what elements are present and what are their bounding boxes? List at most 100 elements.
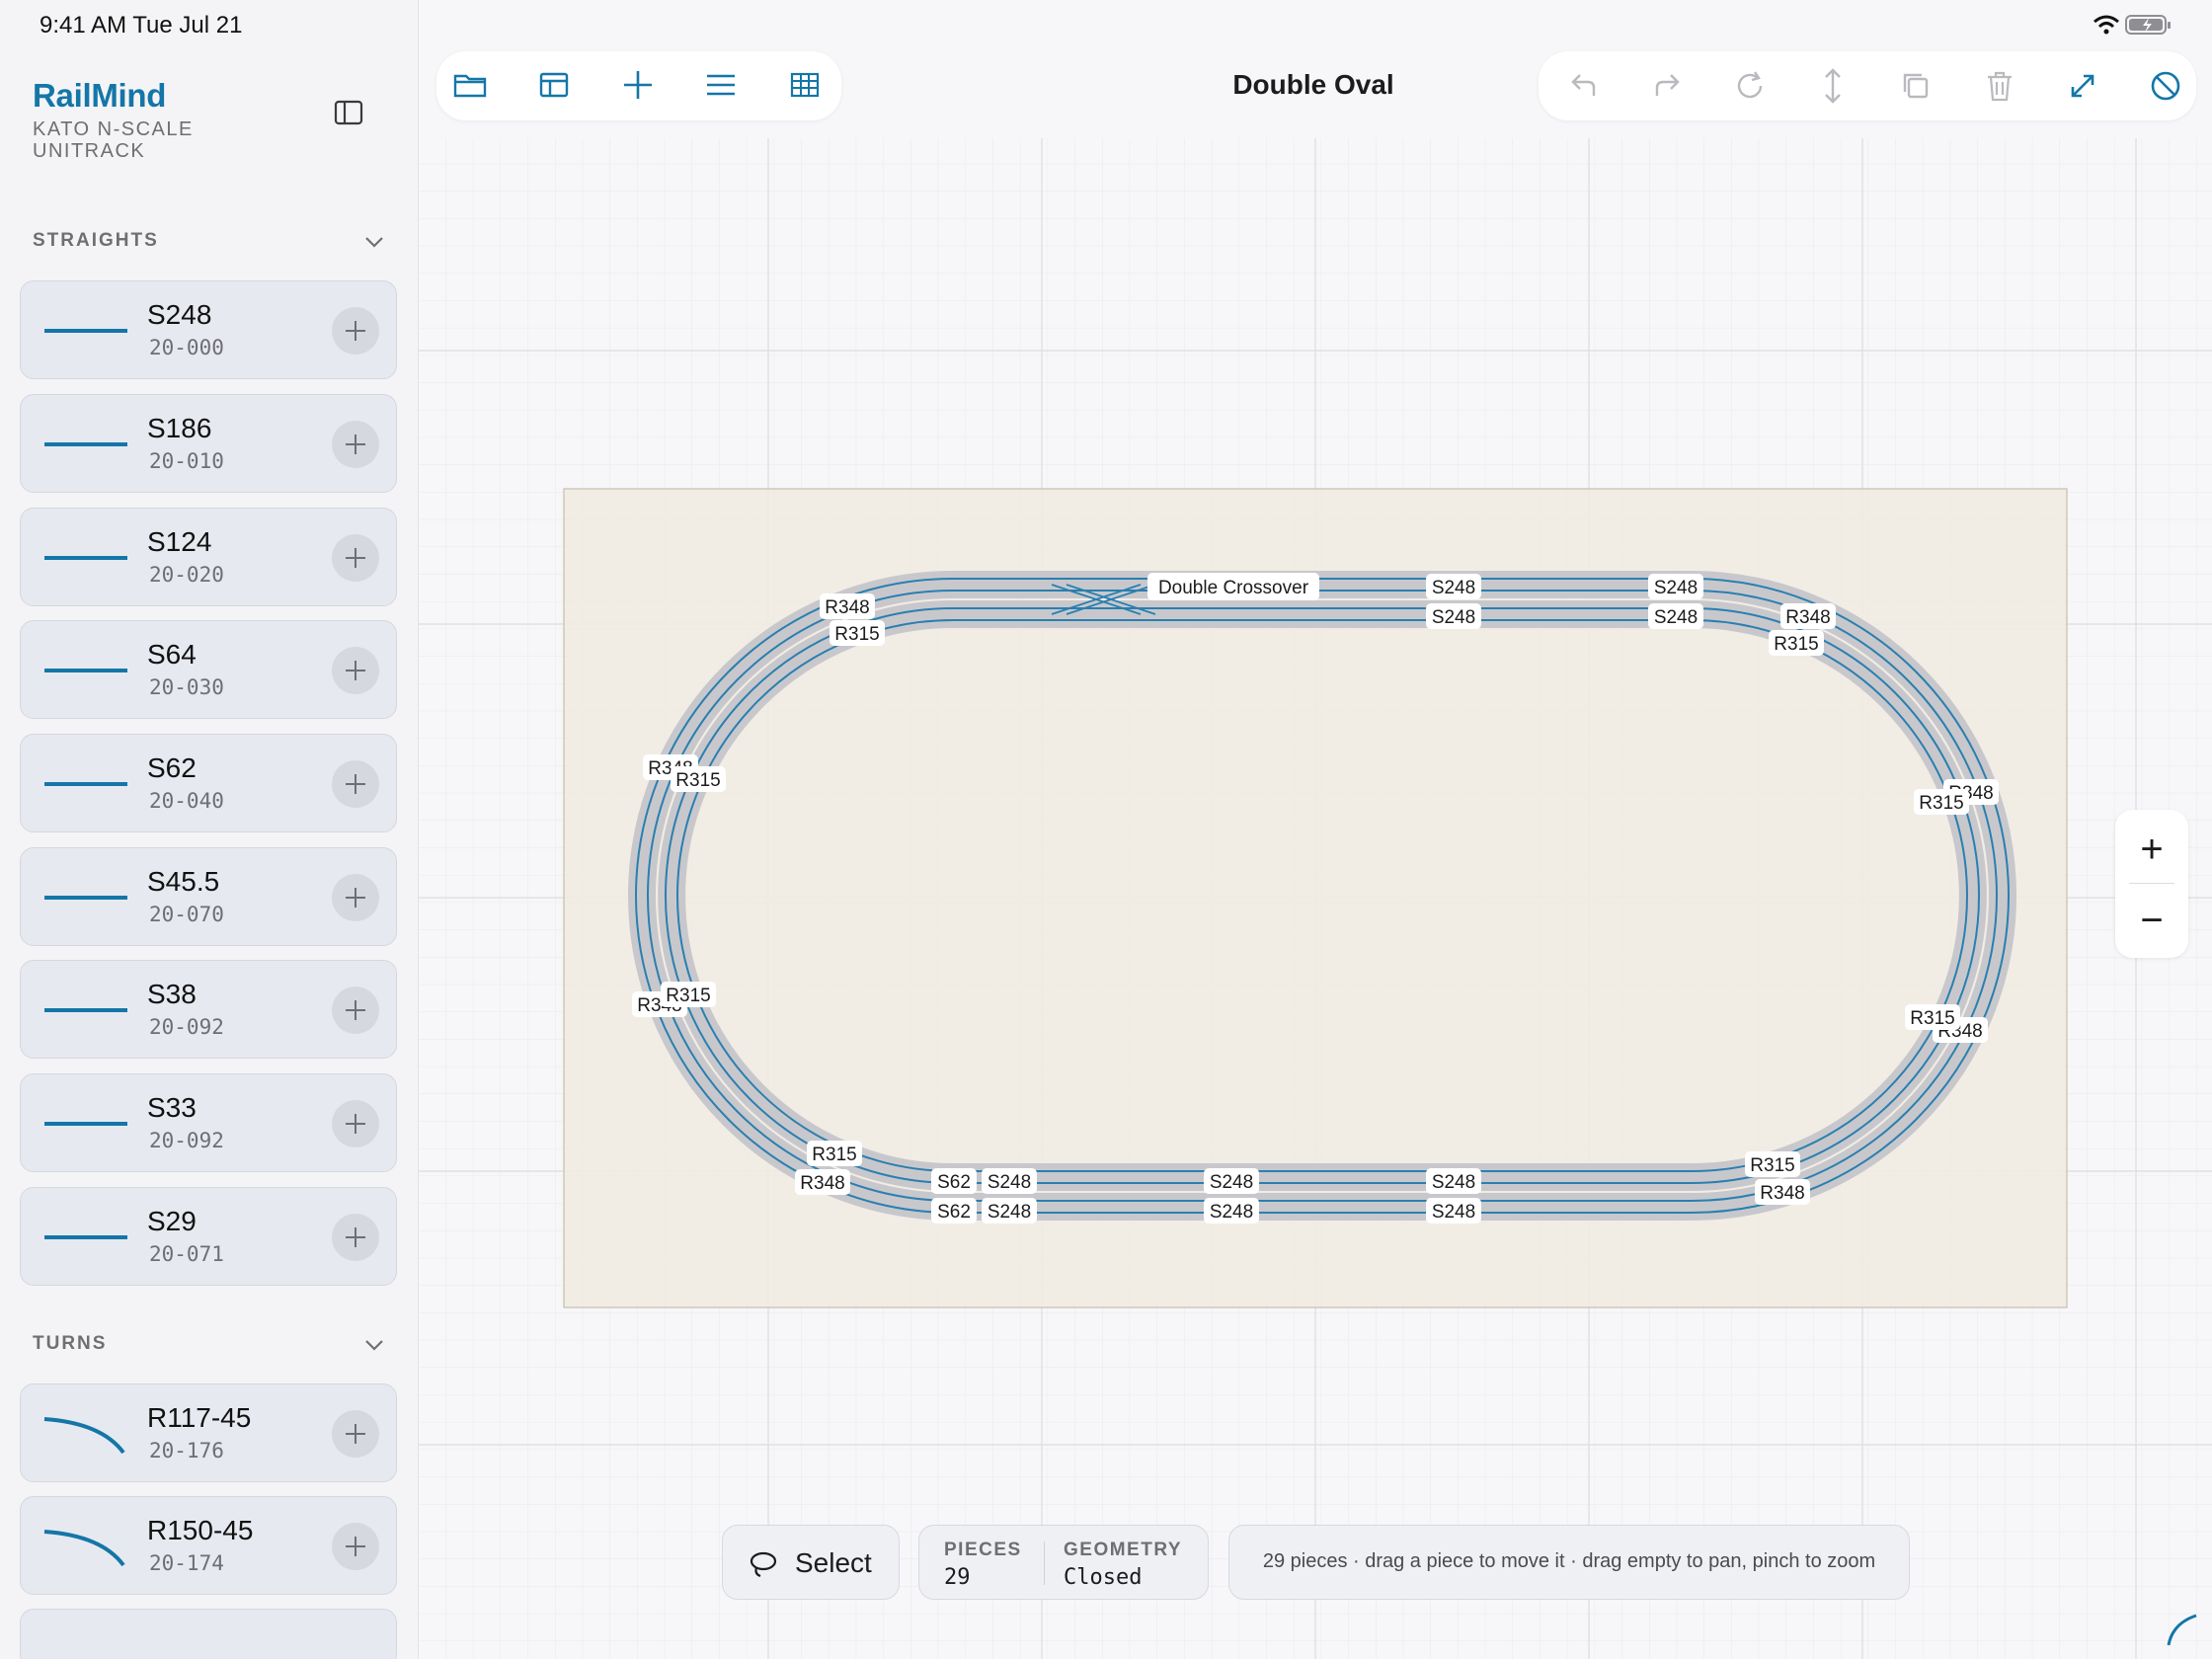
add-icon[interactable] xyxy=(332,987,379,1034)
pieces-label: PIECES xyxy=(944,1540,1022,1560)
track-code: 20-070 xyxy=(149,903,224,926)
track-card-s124[interactable]: S124 20-020 xyxy=(20,508,397,606)
track-card-r150-45[interactable]: R150-45 20-174 xyxy=(20,1496,397,1595)
select-label: Select xyxy=(795,1547,872,1578)
track-name: S62 xyxy=(147,752,197,783)
straight-track-icon xyxy=(44,1235,127,1239)
section-title-straights: STRAIGHTS xyxy=(33,230,159,251)
straight-track-icon xyxy=(44,1008,127,1012)
geometry-label: GEOMETRY xyxy=(1064,1540,1183,1560)
disable-icon[interactable] xyxy=(2142,62,2189,110)
label-s248: S248 xyxy=(1210,1172,1253,1193)
stats-panel: PIECES 29 GEOMETRY Closed xyxy=(918,1525,1209,1600)
lasso-icon xyxy=(750,1551,777,1578)
zoom-in-button[interactable]: + xyxy=(2115,820,2188,879)
label-s248: S248 xyxy=(1654,607,1698,628)
track-card-s248[interactable]: S248 20-000 xyxy=(20,280,397,379)
flip-icon[interactable] xyxy=(1809,62,1856,110)
track-name: S124 xyxy=(147,526,212,557)
straight-track-icon xyxy=(44,669,127,672)
select-button[interactable]: Select xyxy=(722,1525,900,1600)
status-time: 9:41 AM Tue Jul 21 xyxy=(40,12,243,39)
zoom-out-button[interactable]: − xyxy=(2115,891,2188,950)
track-card-s29[interactable]: S29 20-071 xyxy=(20,1187,397,1286)
track-name: S38 xyxy=(147,979,197,1009)
label-r315: R315 xyxy=(1774,634,1818,655)
trash-icon[interactable] xyxy=(1976,62,2023,110)
chevron-down-icon[interactable] xyxy=(363,235,385,249)
right-toolbar xyxy=(1539,51,2196,120)
left-toolbar xyxy=(436,51,841,120)
straight-track-icon xyxy=(44,896,127,900)
track-name: S29 xyxy=(147,1206,197,1236)
add-icon[interactable] xyxy=(332,647,379,694)
hint-text: 29 pieces · drag a piece to move it · dr… xyxy=(1262,1550,1876,1572)
straight-track-icon xyxy=(44,782,127,786)
add-icon[interactable] xyxy=(332,1410,379,1458)
battery-icon xyxy=(2125,15,2171,35)
add-icon[interactable] xyxy=(332,874,379,921)
label-r348: R348 xyxy=(1760,1183,1804,1204)
track-card-partial[interactable] xyxy=(20,1609,397,1659)
duplicate-icon[interactable] xyxy=(1892,62,1939,110)
label-r315: R315 xyxy=(666,986,710,1006)
add-icon[interactable] xyxy=(332,1100,379,1147)
track-name: S248 xyxy=(147,299,212,330)
track-card-s38[interactable]: S38 20-092 xyxy=(20,960,397,1059)
straight-track-icon xyxy=(44,442,127,446)
label-r315: R315 xyxy=(1910,1008,1954,1029)
label-r315: R315 xyxy=(675,770,720,791)
add-icon[interactable] xyxy=(332,534,379,582)
geometry-value: Closed xyxy=(1064,1565,1143,1590)
add-icon[interactable] xyxy=(332,421,379,468)
redo-icon[interactable] xyxy=(1643,62,1691,110)
straight-track-icon xyxy=(44,329,127,333)
wifi-icon xyxy=(2094,15,2119,35)
layout-icon[interactable] xyxy=(530,61,578,109)
track-code: 20-020 xyxy=(149,563,224,587)
document-title: Double Oval xyxy=(1232,69,1394,100)
label-r315: R315 xyxy=(834,624,879,645)
label-r315: R315 xyxy=(812,1145,856,1165)
label-s248: S248 xyxy=(1432,607,1475,628)
add-icon[interactable] xyxy=(332,1214,379,1261)
zoom-divider xyxy=(2129,883,2174,884)
track-card-s45-5[interactable]: S45.5 20-070 xyxy=(20,847,397,946)
track-card-s186[interactable]: S186 20-010 xyxy=(20,394,397,493)
undo-icon[interactable] xyxy=(1560,62,1608,110)
label-s248: S248 xyxy=(1654,578,1698,598)
expand-icon[interactable] xyxy=(2059,62,2106,110)
layout-canvas[interactable]: Double Crossover S248 S248 S248 S248 R34… xyxy=(419,0,2212,1659)
add-icon[interactable] xyxy=(332,760,379,808)
label-s248: S248 xyxy=(1432,1202,1475,1223)
resize-handle-icon[interactable] xyxy=(2163,1610,2202,1649)
chevron-down-icon[interactable] xyxy=(363,1338,385,1352)
list-icon[interactable] xyxy=(697,61,745,109)
track-code: 20-174 xyxy=(149,1551,224,1575)
track-card-r117-45[interactable]: R117-45 20-176 xyxy=(20,1383,397,1482)
track-code: 20-092 xyxy=(149,1015,224,1039)
track-name: R150-45 xyxy=(147,1515,254,1545)
label-s248: S248 xyxy=(988,1172,1031,1193)
track-card-s62[interactable]: S62 20-040 xyxy=(20,734,397,832)
folder-icon[interactable] xyxy=(446,61,494,109)
add-icon[interactable] xyxy=(614,61,662,109)
track-name: S33 xyxy=(147,1092,197,1123)
label-s62: S62 xyxy=(937,1172,971,1193)
label-r315: R315 xyxy=(1919,793,1963,814)
track-name: S64 xyxy=(147,639,197,670)
add-icon[interactable] xyxy=(332,307,379,355)
track-card-s64[interactable]: S64 20-030 xyxy=(20,620,397,719)
straight-track-icon xyxy=(44,556,127,560)
label-s248: S248 xyxy=(1210,1202,1253,1223)
label-r315: R315 xyxy=(1750,1155,1794,1176)
pieces-value: 29 xyxy=(944,1565,971,1590)
track-card-s33[interactable]: S33 20-092 xyxy=(20,1073,397,1172)
rotate-icon[interactable] xyxy=(1726,62,1774,110)
curve-track-icon xyxy=(43,1417,125,1455)
grid-icon[interactable] xyxy=(781,61,829,109)
hint-panel: 29 pieces · drag a piece to move it · dr… xyxy=(1228,1525,1910,1600)
track-code: 20-010 xyxy=(149,449,224,473)
add-icon[interactable] xyxy=(332,1523,379,1570)
sidebar-toggle-icon[interactable] xyxy=(332,97,367,128)
